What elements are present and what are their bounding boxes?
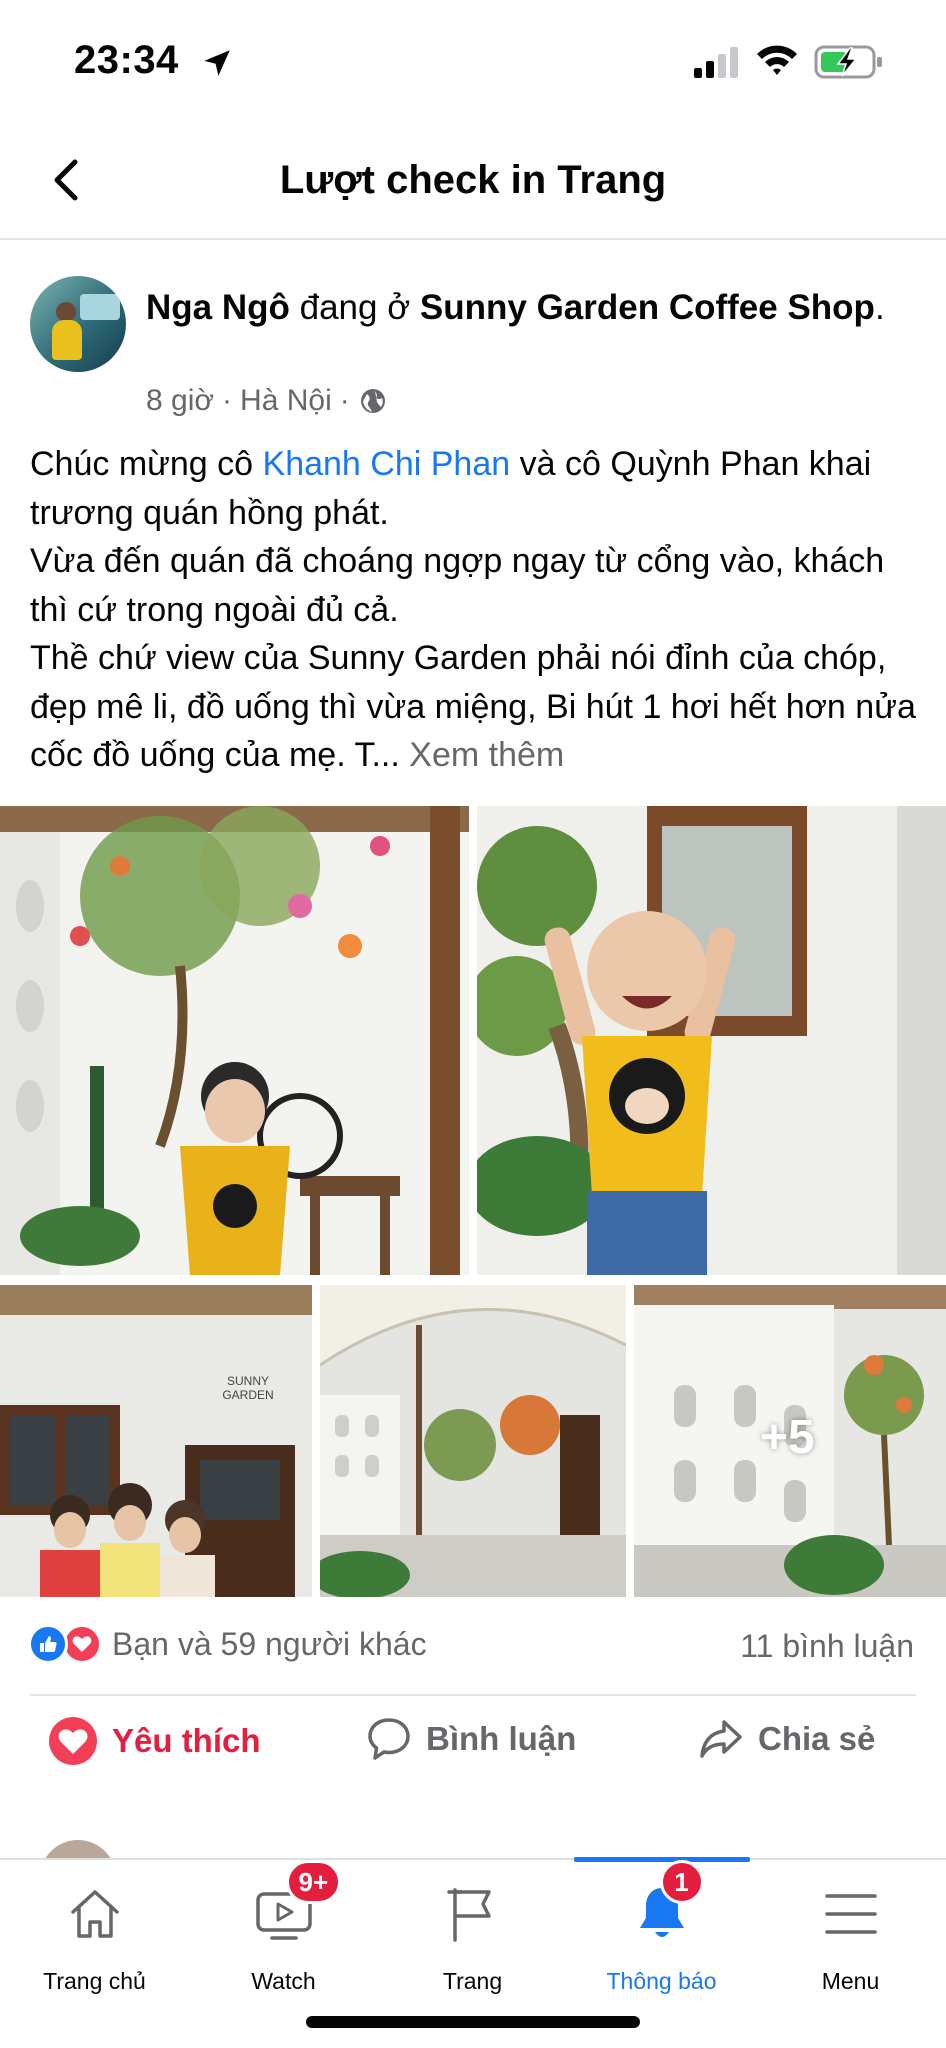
hamburger-menu-icon — [824, 1894, 877, 1934]
photo-1-illustration — [0, 806, 469, 1275]
tab-menu-label: Menu — [821, 1968, 880, 1994]
see-more-link[interactable]: Xem thêm — [409, 736, 564, 774]
like-reaction-icon — [28, 1624, 68, 1664]
notifications-badge: 1 — [659, 1860, 704, 1904]
post-line-1: Chúc mừng cô Khanh Chi Phan và cô Quỳnh … — [30, 445, 872, 532]
love-reaction-icon — [62, 1624, 102, 1664]
more-photos-count[interactable]: +5 — [760, 1410, 815, 1465]
avatar-shirt — [52, 320, 82, 360]
mention-link[interactable]: Khanh Chi Phan — [263, 445, 511, 483]
page-title: Lượt check in Trang — [279, 158, 667, 202]
bell-icon-wrap: 1 — [630, 1860, 704, 1946]
globe-icon — [360, 389, 385, 413]
home-icon — [70, 1890, 119, 1938]
divider — [30, 1694, 916, 1696]
tab-menu[interactable]: Menu — [756, 1882, 945, 2002]
comment-button[interactable]: Bình luận — [366, 1716, 576, 1762]
heart-filled-icon — [49, 1717, 97, 1765]
home-indicator[interactable] — [306, 2016, 640, 2028]
like-button[interactable]: Yêu thích — [48, 1716, 261, 1766]
photo-3-illustration: SUNNY GARDEN — [0, 1285, 312, 1597]
tab-notifications[interactable]: 1 Thông báo — [567, 1860, 756, 2002]
avatar-head — [56, 302, 76, 322]
post-author-line: Nga Ngô đang ở Sunny Garden Coffee Shop. — [146, 288, 885, 327]
post-line-2: Vừa đến quán đã choáng ngợp ngay từ cổng… — [30, 542, 885, 629]
tab-pages-label: Trang — [442, 1968, 503, 1994]
post-text: Chúc mừng cô Khanh Chi Phan và cô Quỳnh … — [30, 440, 920, 780]
photo-4-illustration — [320, 1285, 626, 1597]
watch-badge: 9+ — [285, 1860, 342, 1904]
like-label: Yêu thích — [112, 1722, 261, 1759]
location-arrow-icon — [204, 50, 230, 76]
avatar-sign — [80, 294, 120, 320]
author-avatar[interactable] — [30, 276, 126, 372]
post-location[interactable]: Hà Nội — [240, 384, 332, 418]
svg-text:GARDEN: GARDEN — [222, 1388, 273, 1402]
active-tab-indicator — [574, 1857, 750, 1862]
tab-pages[interactable]: Trang — [378, 1882, 567, 2002]
author-name[interactable]: Nga Ngô — [146, 288, 290, 327]
comment-bubble-icon — [368, 1718, 410, 1760]
wifi-icon — [757, 45, 797, 75]
photo-2-illustration — [477, 806, 946, 1275]
place-name[interactable]: Sunny Garden Coffee Shop — [420, 288, 875, 327]
signal-icon — [694, 47, 738, 78]
share-arrow-icon — [700, 1720, 742, 1758]
svg-text:SUNNY: SUNNY — [227, 1374, 269, 1388]
tab-home-label: Trang chủ — [43, 1968, 146, 1994]
status-time: 23:34 — [74, 38, 179, 82]
reactions-summary[interactable]: Bạn và 59 người khác — [28, 1624, 427, 1664]
comment-label: Bình luận — [426, 1720, 577, 1757]
post-photo-4[interactable] — [320, 1285, 626, 1597]
post-line-3: Thề chứ view của Sunny Garden phải nói đ… — [30, 639, 916, 774]
tab-notifications-label: Thông báo — [606, 1968, 717, 1994]
comments-count[interactable]: 11 bình luận — [740, 1628, 914, 1665]
page-header: Lượt check in Trang — [0, 120, 946, 240]
flag-icon — [446, 1888, 491, 1942]
post-time[interactable]: 8 giờ — [146, 384, 214, 418]
watch-icon-wrap: 9+ — [252, 1860, 342, 1946]
tab-watch-label: Watch — [251, 1968, 316, 1994]
battery-charging-icon — [814, 45, 882, 79]
post-meta: 8 giờ · Hà Nội · — [146, 384, 388, 418]
post-photo-2[interactable] — [477, 806, 946, 1275]
checkin-action: đang ở — [299, 288, 411, 327]
reactions-text: Bạn và 59 người khác — [112, 1625, 427, 1662]
tab-home[interactable]: Trang chủ — [0, 1882, 189, 2002]
post-photo-1[interactable] — [0, 806, 469, 1275]
post-photo-3[interactable]: SUNNY GARDEN — [0, 1285, 312, 1597]
share-button[interactable]: Chia sẻ — [698, 1716, 875, 1762]
tab-watch[interactable]: 9+ Watch — [189, 1860, 378, 2002]
share-label: Chia sẻ — [758, 1720, 876, 1757]
status-bar: 23:34 — [0, 0, 946, 120]
